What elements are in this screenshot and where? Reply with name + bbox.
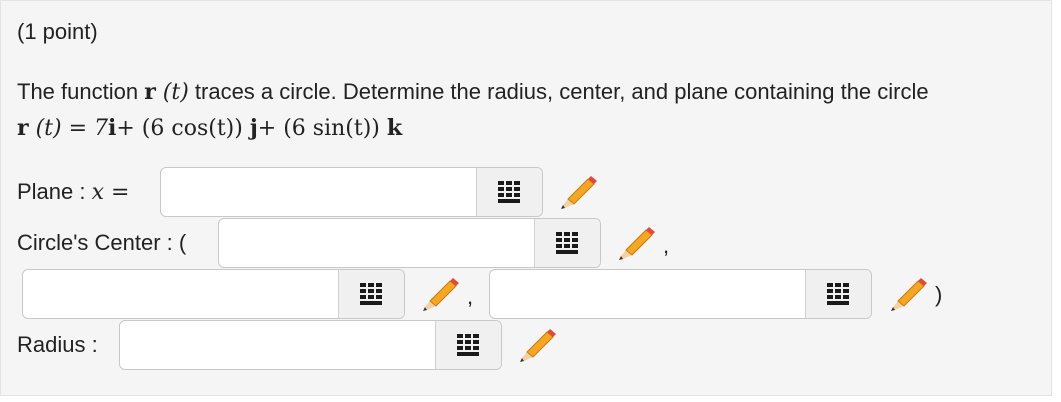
center-y-keypad-button[interactable] (338, 270, 404, 318)
keypad-grid-icon (457, 334, 479, 356)
radius-input[interactable] (120, 321, 436, 369)
vector-formula: r (t) = 7i+ (6 cos(t)) j+ (6 sin(t)) k (17, 115, 402, 141)
center-y-field[interactable] (22, 269, 405, 319)
center-x-input[interactable] (219, 219, 535, 267)
formula-coef-i: 7 (94, 116, 109, 141)
formula-lhs-name: r (17, 115, 29, 141)
radius-label: Radius : (17, 332, 98, 357)
plane-input[interactable] (161, 168, 477, 216)
plane-field[interactable] (160, 167, 543, 217)
function-arg: (t) (155, 80, 189, 105)
question-text-before: The function (17, 79, 145, 104)
formula-unit-k: k (386, 115, 403, 141)
plane-label-var: x (91, 180, 105, 205)
center-z-keypad-button[interactable] (805, 270, 871, 318)
plane-keypad-button[interactable] (476, 168, 542, 216)
pencil-icon[interactable] (419, 275, 461, 315)
center-label: Circle's Center : ( (17, 230, 187, 255)
pencil-icon[interactable] (887, 275, 929, 315)
center-separator-1: , (663, 233, 670, 258)
plane-label-eq: = (104, 180, 130, 205)
pencil-icon[interactable] (516, 326, 558, 366)
question-text-after: traces a circle. Determine the radius, c… (188, 79, 929, 104)
keypad-grid-icon (498, 181, 520, 203)
radius-keypad-button[interactable] (435, 321, 501, 369)
formula-lhs-arg: (t) = (28, 116, 95, 141)
keypad-grid-icon (556, 232, 578, 254)
radius-field[interactable] (119, 320, 502, 370)
function-name: r (144, 79, 156, 105)
problem-card: (1 point) The function r (t) traces a ci… (0, 0, 1052, 396)
center-z-field[interactable] (489, 269, 872, 319)
formula-term-j: + (6 cos(t)) (116, 116, 250, 141)
formula-term-k: + (6 sin(t)) (257, 116, 387, 141)
center-x-keypad-button[interactable] (534, 219, 600, 267)
keypad-grid-icon (360, 283, 382, 305)
points-label: (1 point) (17, 19, 98, 44)
formula-unit-j: j (249, 115, 258, 141)
keypad-grid-icon (827, 283, 849, 305)
center-separator-2: , (467, 284, 474, 309)
center-close-paren: ) (935, 282, 943, 307)
plane-label: Plane : x = (17, 179, 129, 205)
plane-label-text: Plane : (17, 179, 92, 204)
center-z-input[interactable] (490, 270, 806, 318)
pencil-icon[interactable] (557, 173, 599, 213)
center-y-input[interactable] (23, 270, 339, 318)
pencil-icon[interactable] (615, 224, 657, 264)
center-x-field[interactable] (218, 218, 601, 268)
question-text: The function r (t) traces a circle. Dete… (17, 79, 929, 105)
